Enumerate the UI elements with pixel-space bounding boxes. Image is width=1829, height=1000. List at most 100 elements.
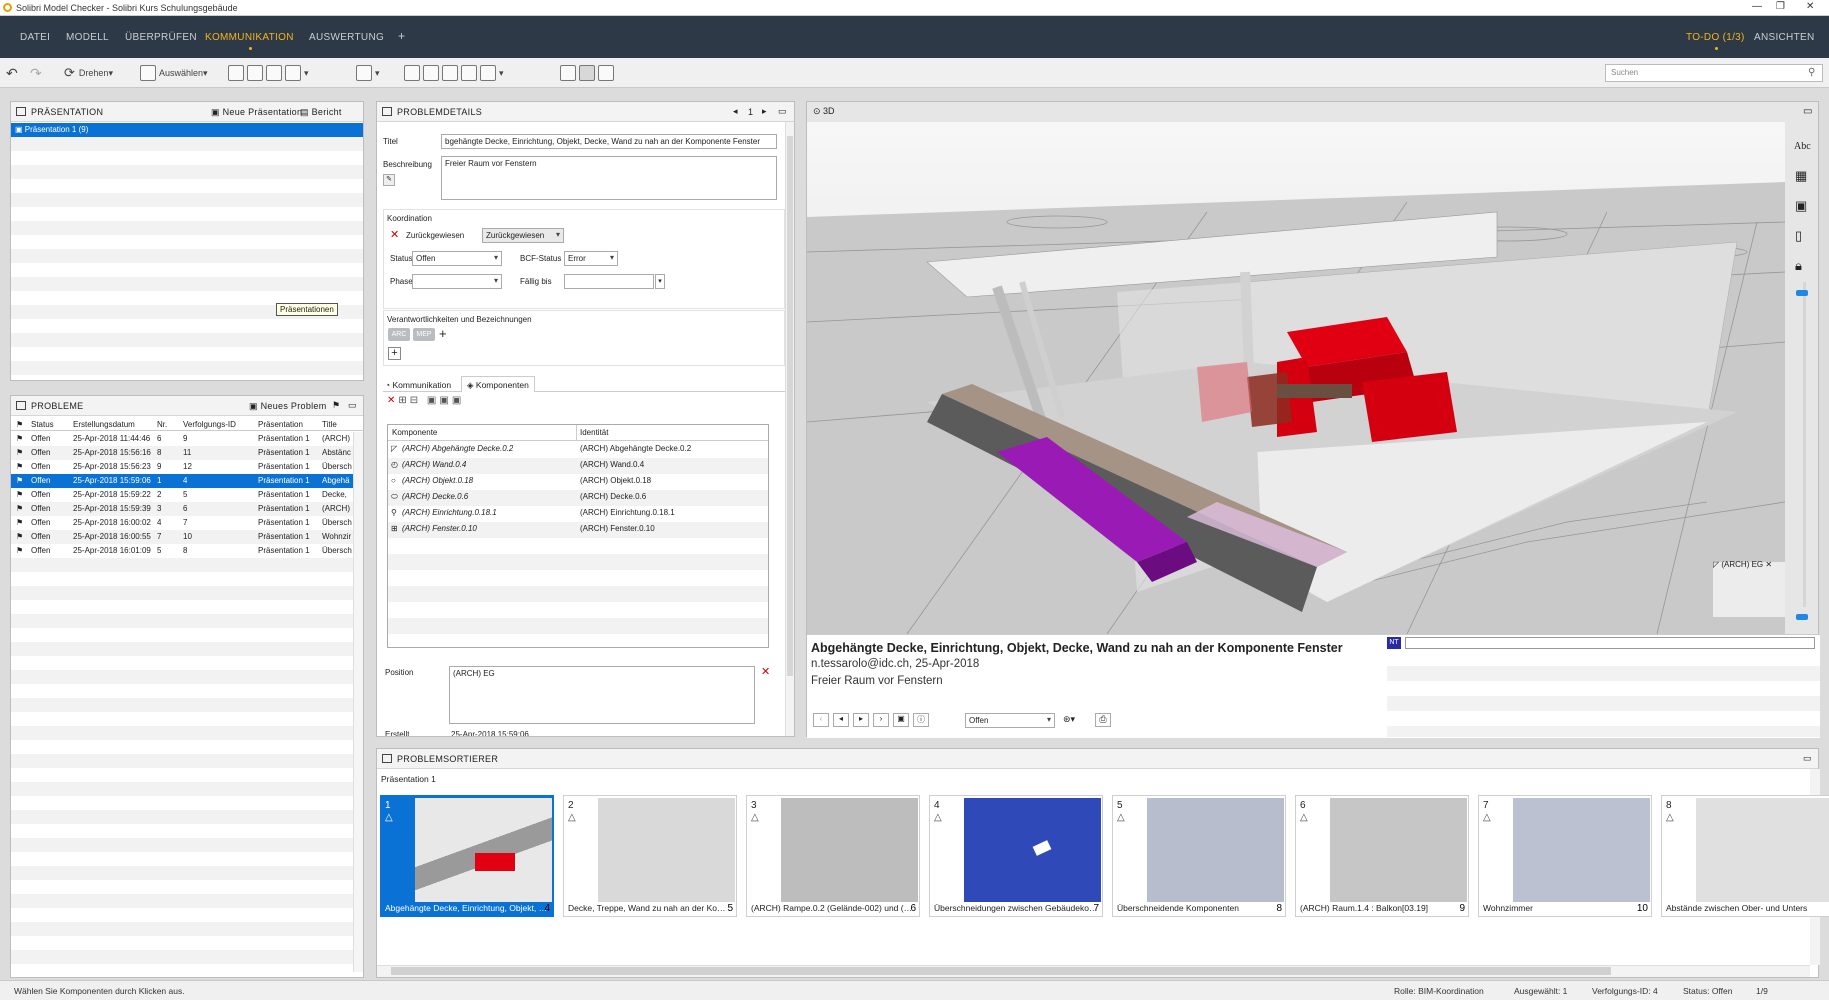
next-issue-button[interactable]: › (873, 713, 889, 727)
first-issue-button[interactable]: ‹ (813, 713, 829, 727)
grid-icon[interactable]: ▦ (1795, 168, 1807, 184)
problem-flag-icon[interactable]: ⚑ (16, 532, 23, 541)
col-status[interactable]: Status (31, 420, 54, 429)
views-button[interactable]: ANSICHTEN (1754, 32, 1814, 43)
sorter-thumbnail[interactable]: 2 △ 5 Decke, Treppe, Wand zu nah an der Kom… (563, 795, 737, 917)
model-3d-view[interactable] (807, 122, 1785, 634)
col-identity[interactable]: Identität (580, 428, 608, 437)
menu-datei[interactable]: DATEI (20, 32, 50, 43)
search-input[interactable]: Suchen (1605, 64, 1823, 82)
menu-modell[interactable]: MODELL (66, 32, 109, 43)
view-box-button[interactable]: ▾ (356, 64, 380, 82)
sorter-maximize-icon[interactable]: ▭ (1803, 753, 1812, 764)
details-maximize-icon[interactable]: ▭ (778, 106, 787, 117)
slideshow-button[interactable]: ▣ (893, 713, 909, 727)
status-dropdown[interactable]: Offen (412, 251, 502, 266)
bcf-status-dropdown[interactable]: Error (564, 251, 618, 266)
rotate-button[interactable]: ⟳ Drehen ▾ (64, 64, 113, 82)
info-button[interactable]: ⓘ (913, 713, 929, 727)
due-date-input[interactable] (564, 274, 654, 289)
zoom-tools[interactable]: ▾ (404, 64, 504, 82)
new-problem-button[interactable]: ▣ Neues Problem (249, 401, 327, 412)
prev-issue-button[interactable]: ◂ (833, 713, 849, 727)
phase-dropdown[interactable] (412, 274, 502, 289)
close-window-button[interactable]: ✕ (1806, 1, 1814, 12)
problem-flag-icon[interactable]: ⚑ (16, 476, 23, 485)
sorter-scrollbar[interactable] (377, 965, 1810, 977)
component-row[interactable]: ⊞ (ARCH) Fenster.0.10 (ARCH) Fenster.0.10 (388, 522, 768, 538)
issue-status-dropdown[interactable]: Offen (965, 713, 1055, 728)
menu-auswertung[interactable]: AUSWERTUNG (309, 32, 384, 43)
presentation-item[interactable]: ▣ Präsentation 1 (9) (11, 123, 363, 137)
col-nr[interactable]: Nr. (157, 420, 167, 429)
new-presentation-button[interactable]: ▣ Neue Präsentation (211, 107, 302, 118)
component-row[interactable]: ○ (ARCH) Objekt.0.18 (ARCH) Objekt.0.18 (388, 474, 768, 490)
sorter-thumbnail[interactable]: 5 △ 8 Überschneidende Komponenten (1112, 795, 1286, 917)
problem-row[interactable]: ⚑ Offen 25-Apr-2018 16:00:02 4 7 Präsentation… (11, 516, 353, 530)
tool-group-1[interactable]: ▾ (228, 64, 309, 82)
col-created[interactable]: Erstellungsdatum (73, 420, 135, 429)
problem-row[interactable]: ⚑ Offen 25-Apr-2018 11:44:46 6 9 Präsentation… (11, 432, 353, 446)
problem-row[interactable]: ⚑ Offen 25-Apr-2018 15:56:16 8 11 Präsentatio… (11, 446, 353, 460)
todo-button[interactable]: TO-DO (1/3) (1686, 32, 1745, 50)
flag-icon[interactable]: ⚑ (332, 400, 340, 411)
floor-minimap[interactable]: ◸ (ARCH) EG ✕ (1713, 560, 1785, 617)
comment-input[interactable] (1405, 637, 1815, 649)
description-input[interactable]: Freier Raum vor Fenstern (441, 156, 777, 200)
title-input[interactable]: bgehängte Decke, Einrichtung, Objekt, De… (441, 134, 777, 149)
sorter-thumbnail[interactable]: 8 △ Abstände zwischen Ober- und Unters (1661, 795, 1829, 917)
menu-kommunikation[interactable]: KOMMUNIKATION (205, 32, 294, 50)
text-annotation-icon[interactable]: Abc (1794, 141, 1811, 152)
problems-table-body[interactable]: ⚑ Offen 25-Apr-2018 11:44:46 6 9 Präsentation… (11, 432, 353, 972)
tab-components[interactable]: ◈ Komponenten (461, 376, 535, 392)
problem-flag-icon[interactable]: ⚑ (16, 518, 23, 527)
add-tab-button[interactable]: + (398, 29, 405, 43)
problems-scrollbar[interactable] (353, 432, 363, 972)
col-component[interactable]: Komponente (392, 428, 437, 437)
pdf-icon[interactable]: ▯ (1795, 228, 1802, 244)
add-label-button[interactable]: + (388, 347, 401, 360)
remove-component-icon[interactable]: ✕ (387, 395, 398, 406)
panel-maximize-icon[interactable]: ▭ (348, 400, 357, 411)
undo-button[interactable]: ↶ (6, 64, 18, 82)
sorter-thumbnail[interactable]: 4 △ 7 Überschneidungen zwischen Gebäudekom.… (929, 795, 1103, 917)
presentation-list[interactable]: ▣ Präsentation 1 (9) (11, 123, 363, 375)
problem-flag-icon[interactable]: ⚑ (16, 504, 23, 513)
view-tools[interactable] (560, 64, 617, 82)
sorter-thumbnail[interactable]: 3 △ 6 (ARCH) Rampe.0.2 (Gelände-002) und (A… (746, 795, 920, 917)
problem-row[interactable]: ⚑ Offen 25-Apr-2018 15:59:39 3 6 Präsentation… (11, 502, 353, 516)
problem-row[interactable]: ⚑ Offen 25-Apr-2018 16:00:55 7 10 Präsentatio… (11, 530, 353, 544)
problem-row[interactable]: ⚑ Offen 25-Apr-2018 16:01:09 5 8 Präsentation… (11, 544, 353, 558)
problem-row[interactable]: ⚑ Offen 25-Apr-2018 15:56:23 9 12 Präsentatio… (11, 460, 353, 474)
problem-row[interactable]: ⚑ Offen 25-Apr-2018 15:59:06 1 4 Präsentation… (11, 474, 353, 488)
position-input[interactable]: (ARCH) EG (449, 666, 755, 724)
component-row[interactable]: ⚲ (ARCH) Einrichtung.0.18.1 (ARCH) Einrich… (388, 506, 768, 522)
component-row[interactable]: ◸ (ARCH) Abgehängte Decke.0.2 (ARCH) Abgeh… (388, 442, 768, 458)
problem-flag-icon[interactable]: ⚑ (16, 462, 23, 471)
slider-track[interactable] (1803, 282, 1806, 607)
minimize-button[interactable]: — (1752, 1, 1762, 12)
tab-communication[interactable]: ◔ Kommunikation (385, 380, 451, 390)
viewer-maximize-icon[interactable]: ▭ (1803, 106, 1812, 117)
report-button[interactable]: ▤ Bericht (300, 107, 342, 118)
col-presentation[interactable]: Präsentation (258, 420, 303, 429)
problem-flag-icon[interactable]: ⚑ (16, 546, 23, 555)
problem-flag-icon[interactable]: ⚑ (16, 490, 23, 499)
camera-button[interactable]: ⊛▾ (1063, 714, 1075, 725)
play-button[interactable]: ▸ (853, 713, 869, 727)
lock-icon[interactable]: 🔒︎ (1795, 258, 1802, 274)
clear-position-icon[interactable]: ✕ (761, 665, 770, 678)
col-tracking-id[interactable]: Verfolgungs-ID (183, 420, 236, 429)
date-picker-icon[interactable]: ▾ (655, 274, 665, 289)
component-tools[interactable]: ✕⊞⊟ ▣▣▣ (387, 395, 464, 406)
description-edit-icon[interactable]: ✎ (383, 174, 395, 186)
components-body[interactable]: ◸ (ARCH) Abgehängte Decke.0.2 (ARCH) Abgeh… (388, 442, 768, 647)
problem-flag-icon[interactable]: ⚑ (16, 434, 23, 443)
rejected-dropdown[interactable]: Zurückgewiesen (482, 228, 564, 243)
add-responsibility-button[interactable]: + (439, 326, 447, 341)
sorter-thumbnail[interactable]: 6 △ 9 (ARCH) Raum.1.4 : Balkon[03.19] (1295, 795, 1469, 917)
snapshot-button[interactable]: ⎙ (1095, 713, 1111, 727)
component-row[interactable]: ⬭ (ARCH) Decke.0.6 (ARCH) Decke.0.6 (388, 490, 768, 506)
sorter-thumbnail[interactable]: 1 △ 4 Abgehängte Decke, Einrichtung, Objekt… (380, 795, 554, 917)
problem-flag-icon[interactable]: ⚑ (16, 448, 23, 457)
